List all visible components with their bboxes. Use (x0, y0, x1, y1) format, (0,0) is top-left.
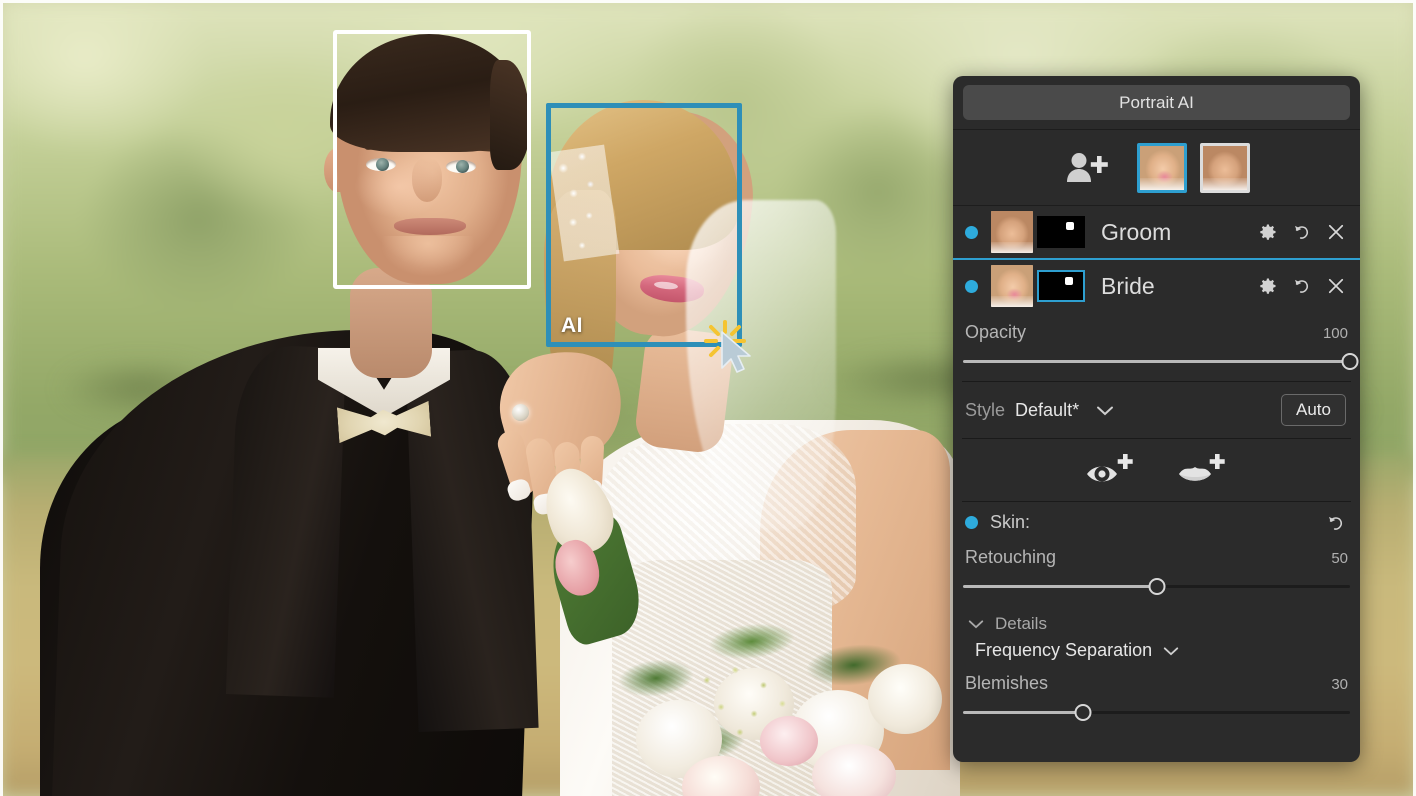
retouching-fill (963, 585, 1157, 588)
add-lips-icon[interactable] (1177, 452, 1229, 488)
retouching-knob[interactable] (1148, 578, 1165, 595)
style-label: Style (965, 399, 1006, 420)
blemishes-knob[interactable] (1074, 704, 1092, 721)
bride-row-face-image (991, 265, 1033, 307)
engagement-ring (512, 404, 529, 421)
add-eye-icon[interactable] (1085, 452, 1137, 488)
skin-label: Skin: (990, 512, 1031, 532)
bride-row-label: Bride (1101, 272, 1155, 299)
groom-mask-region (1065, 221, 1074, 230)
chevron-down-icon[interactable] (1162, 645, 1180, 657)
groom-thumbnail-image (1202, 145, 1247, 190)
bride-mask-thumbnail[interactable] (1037, 270, 1085, 302)
groom-mask-thumbnail[interactable] (1037, 216, 1085, 248)
person-strip[interactable] (953, 130, 1360, 205)
opacity-value: 100 (1322, 325, 1348, 342)
ai-magic-cursor-icon (721, 331, 751, 373)
add-person-icon[interactable] (1064, 151, 1110, 185)
person-row-groom[interactable]: Groom (953, 206, 1360, 258)
frequency-separation-label[interactable]: Frequency Separation (975, 640, 1152, 661)
details-section-header[interactable]: Details (953, 606, 1360, 636)
panel-title-bar[interactable]: Portrait AI (963, 85, 1350, 120)
close-icon[interactable] (1326, 276, 1346, 296)
details-label: Details (995, 614, 1047, 633)
person-thumb-groom[interactable] (1199, 142, 1250, 193)
skin-section-header[interactable]: Skin: (953, 502, 1360, 537)
groom-enabled-toggle[interactable] (965, 225, 978, 239)
retouching-value: 50 (1331, 550, 1348, 567)
frequency-separation-row[interactable]: Frequency Separation (953, 636, 1360, 663)
bouquet-filler (688, 660, 806, 744)
person-thumb-bride[interactable] (1136, 142, 1187, 193)
groom-lapel-left (225, 344, 347, 698)
opacity-block[interactable]: Opacity 100 (953, 312, 1360, 371)
groom-row-face-image (991, 211, 1033, 253)
bride-row-avatar[interactable] (991, 265, 1033, 307)
style-value[interactable]: Default* (1015, 400, 1079, 421)
groom-row-label: Groom (1101, 218, 1172, 245)
chevron-down-icon[interactable] (967, 618, 985, 630)
close-icon[interactable] (1326, 222, 1346, 242)
face-box-groom[interactable] (333, 30, 531, 289)
retouching-slider[interactable] (963, 576, 1350, 596)
bride-thumbnail-image (1139, 145, 1184, 190)
feature-icon-row[interactable] (953, 439, 1360, 501)
panel-title: Portrait AI (1119, 92, 1194, 112)
blemishes-block[interactable]: Blemishes 30 (953, 663, 1360, 722)
bride-mask-region (1065, 277, 1074, 286)
blemishes-fill (963, 711, 1083, 714)
bouquet-rose-4 (868, 664, 942, 734)
chevron-down-icon[interactable] (1095, 404, 1115, 417)
gear-icon[interactable] (1258, 276, 1278, 296)
opacity-knob[interactable] (1341, 353, 1359, 370)
opacity-slider[interactable] (963, 351, 1359, 371)
undo-icon[interactable] (1292, 276, 1312, 296)
blemishes-label: Blemishes (965, 673, 1049, 693)
face-box-bride[interactable]: AI (546, 103, 742, 347)
retouching-block[interactable]: Retouching 50 (953, 537, 1360, 596)
undo-icon[interactable] (1326, 513, 1346, 533)
bride-enabled-toggle[interactable] (965, 279, 978, 293)
portrait-ai-panel[interactable]: Portrait AI Groom Bride Opacity 100 Styl… (953, 76, 1360, 762)
skin-enabled-toggle[interactable] (965, 516, 978, 529)
person-row-bride[interactable]: Bride (953, 260, 1360, 312)
gear-icon[interactable] (1258, 222, 1278, 242)
opacity-label: Opacity (965, 322, 1027, 342)
blemishes-value: 30 (1331, 676, 1348, 693)
opacity-fill (963, 360, 1350, 363)
groom-row-avatar[interactable] (991, 211, 1033, 253)
blemishes-slider[interactable] (963, 702, 1350, 722)
retouching-label: Retouching (965, 547, 1057, 567)
style-row[interactable]: Style Default* Auto (953, 382, 1360, 438)
undo-icon[interactable] (1292, 222, 1312, 242)
auto-button[interactable]: Auto (1281, 394, 1346, 426)
ai-badge: AI (561, 314, 583, 337)
